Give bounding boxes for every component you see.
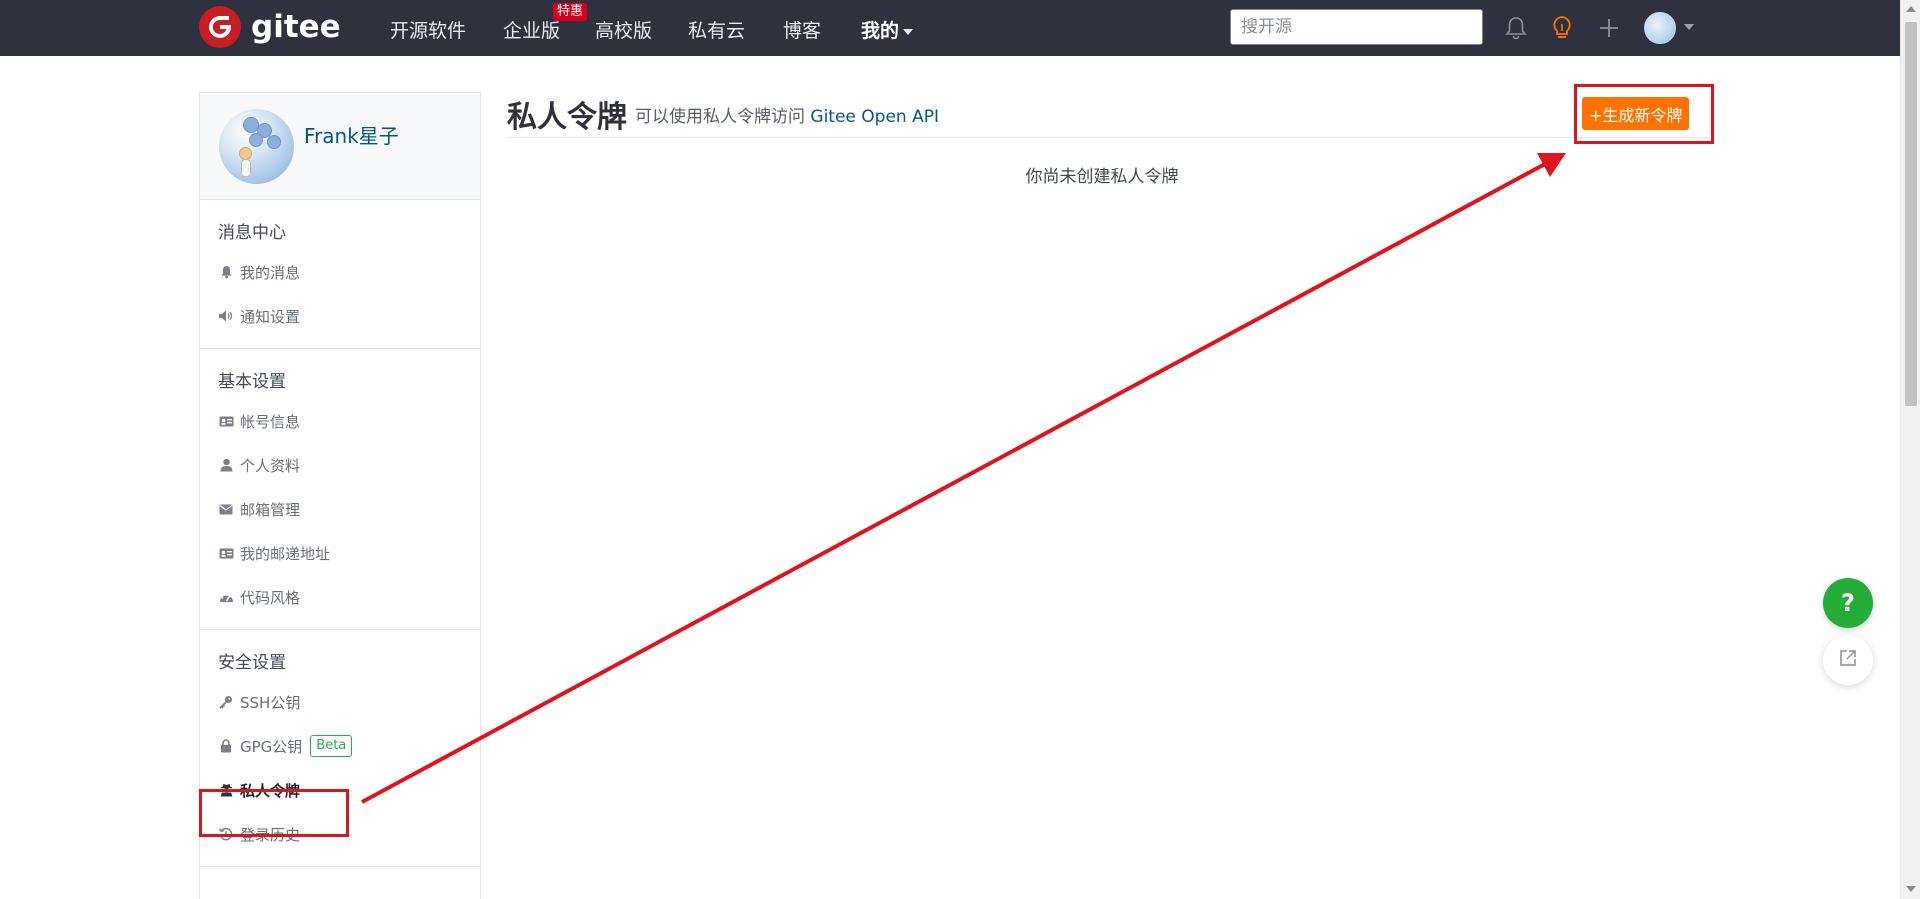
annotation-highlight-private-tokens [199,789,349,837]
section-title: 基本设置 [218,372,286,392]
bell-icon [218,264,234,280]
address-card-icon [218,545,234,561]
gitee-logo-icon [199,6,241,48]
sidebar-item-label: SSH公钥 [240,693,301,712]
nav-open-source[interactable]: 开源软件 [390,16,466,43]
nav-enterprise[interactable]: 企业版 [503,16,560,43]
sidebar-item-gpg-keys[interactable]: GPG公钥 Beta [200,724,480,768]
search-input[interactable] [1230,9,1483,45]
page-scrollbar[interactable] [1900,0,1920,899]
subtitle-text: 可以使用私人令牌访问 [635,107,805,127]
lightbulb-icon[interactable] [1546,12,1578,44]
gitee-logo[interactable]: gitee [199,6,341,48]
dashboard-icon [218,589,234,605]
sidebar-item-label: 我的消息 [240,263,301,282]
settings-sidebar: Frank星子 消息中心 我的消息 通知设置 基本设置 帐号信息 个人资料 邮箱… [199,92,481,899]
avatar[interactable] [1644,12,1676,44]
scroll-up-arrow-icon[interactable] [1906,6,1916,12]
nav-university[interactable]: 高校版 [595,16,652,43]
sidebar-item-label: 通知设置 [240,307,301,326]
share-button[interactable] [1823,635,1873,685]
scrollbar-thumb[interactable] [1905,22,1917,406]
sidebar-item-notification-settings[interactable]: 通知设置 [200,294,480,338]
empty-state-message: 你尚未创建私人令牌 [1025,167,1179,187]
share-icon [1838,648,1858,672]
sidebar-item-mailing-address[interactable]: 我的邮递地址 [200,531,480,575]
sidebar-item-ssh-keys[interactable]: SSH公钥 [200,680,480,724]
main-content: 私人令牌 可以使用私人令牌访问 Gitee Open API +生成新令牌 你尚… [507,92,1713,187]
profile-username[interactable]: Frank星子 [304,120,399,149]
sidebar-item-label: 邮箱管理 [240,500,301,519]
user-icon [218,457,234,473]
key-icon [218,694,234,710]
figure-body-shape [241,159,251,177]
annotation-highlight-new-token-button [1574,84,1714,144]
nav-private-cloud[interactable]: 私有云 [688,16,745,43]
sidebar-item-label: 帐号信息 [240,412,301,431]
scroll-down-arrow-icon[interactable] [1906,886,1916,892]
sidebar-item-email-management[interactable]: 邮箱管理 [200,487,480,531]
sidebar-item-profile[interactable]: 个人资料 [200,443,480,487]
nav-mine-label: 我的 [861,20,900,42]
plus-icon[interactable] [1593,12,1625,44]
speaker-icon [218,308,234,324]
section-title: 消息中心 [218,223,286,243]
page-title: 私人令牌 [507,100,627,135]
section-message-center: 消息中心 我的消息 通知设置 [200,200,480,349]
avatar[interactable] [219,109,294,184]
section-basic-settings: 基本设置 帐号信息 个人资料 邮箱管理 我的邮递地址 代码风格 [200,349,480,630]
profile-card: Frank星子 [200,93,480,200]
sidebar-item-my-messages[interactable]: 我的消息 [200,250,480,294]
balloon-shape [249,133,263,147]
chevron-down-icon [903,28,914,35]
beta-badge: Beta [310,735,353,757]
help-button[interactable]: ? [1823,578,1873,628]
gitee-open-api-link[interactable]: Gitee Open API [810,107,939,127]
nav-blog[interactable]: 博客 [783,16,821,43]
page-header: 私人令牌 可以使用私人令牌访问 Gitee Open API +生成新令牌 [507,92,1713,138]
balloon-shape [267,135,281,149]
sidebar-item-code-style[interactable]: 代码风格 [200,575,480,619]
nav-mine[interactable]: 我的 [861,16,914,43]
lock-icon [218,738,234,754]
top-navbar: gitee 开源软件 企业版 特惠 高校版 私有云 博客 我的 [0,0,1900,56]
sidebar-item-label: 个人资料 [240,456,301,475]
bell-icon[interactable] [1500,12,1532,44]
sidebar-item-label: 代码风格 [240,588,301,607]
chevron-down-icon[interactable] [1684,24,1694,30]
envelope-icon [218,501,234,517]
page-subtitle: 可以使用私人令牌访问 Gitee Open API [635,102,939,127]
sidebar-item-label: GPG公钥 [240,737,303,756]
enterprise-promo-badge: 特惠 [553,3,588,21]
section-title: 安全设置 [218,653,286,673]
id-card-icon [218,413,234,429]
gitee-logo-text: gitee [251,9,341,45]
sidebar-item-label: 我的邮递地址 [240,544,331,563]
sidebar-item-account-info[interactable]: 帐号信息 [200,399,480,443]
